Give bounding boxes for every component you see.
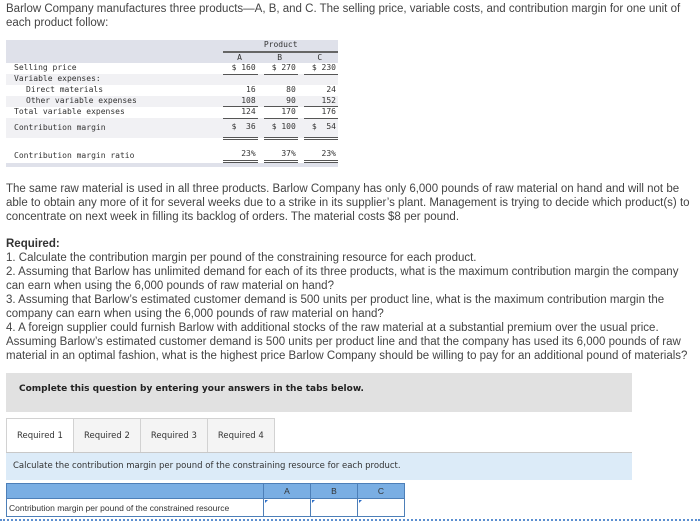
answer-input-a[interactable] [264, 499, 310, 516]
row-label: Contribution margin ratio [14, 150, 135, 160]
table-row: Variable expenses: [6, 74, 338, 85]
table-row: Direct materials 16 80 24 [6, 85, 338, 96]
product-column-header-row: A B C [6, 51, 338, 63]
required-heading: Required: [6, 238, 60, 250]
cell-value: $ 54 [303, 118, 338, 140]
table-row: Other variable expenses 108 90 152 [6, 95, 338, 107]
tab-required-1[interactable]: Required 1 [6, 418, 74, 454]
cell-value: 37% [263, 138, 298, 163]
cell-value: 108 [223, 95, 258, 107]
table-row: Selling price $ 160 $ 270 $ 230 [6, 63, 338, 75]
answer-input-b[interactable] [311, 499, 357, 516]
answer-header-row: A B C [6, 483, 405, 499]
cell-value: $ 100 [263, 118, 298, 140]
tab-required-4[interactable]: Required 4 [207, 418, 275, 453]
cell-value: $ 230 [303, 63, 338, 75]
dotted-divider [0, 519, 700, 521]
product-data-table: Product A B C Selling price $ 160 $ 270 … [6, 40, 338, 163]
cell-value: 152 [303, 95, 338, 107]
raw-material-paragraph: The same raw material is used in all thr… [6, 183, 690, 223]
intro-text: Barlow Company manufactures three produc… [6, 3, 681, 29]
row-label: Contribution margin [6, 118, 224, 138]
cell-value: 90 [263, 95, 298, 107]
row-label: Selling price [14, 63, 77, 73]
product-group-header: Product [223, 40, 338, 53]
answer-row: Contribution margin per pound of the con… [6, 498, 405, 517]
column-header-a: A [223, 51, 258, 63]
answer-input-c[interactable] [358, 499, 404, 516]
table-row: Total variable expenses 124 170 176 [6, 106, 338, 119]
required-item-2: 2. Assuming that Barlow has unlimited de… [6, 266, 679, 292]
task-prompt-box: Calculate the contribution margin per po… [6, 453, 632, 480]
answer-row-label: Contribution margin per pound of the con… [6, 498, 264, 517]
cell-value: $ 160 [223, 63, 258, 75]
instructions-banner: Complete this question by entering your … [6, 373, 632, 412]
required-tabs: Required 1 Required 2 Required 3 Require… [6, 418, 275, 454]
tab-required-2[interactable]: Required 2 [73, 418, 141, 453]
answer-header-b: B [310, 483, 358, 499]
task-prompt: Calculate the contribution margin per po… [13, 461, 401, 471]
row-label: Other variable expenses [6, 95, 224, 107]
cell-value: 170 [263, 106, 298, 119]
table-row: Contribution margin ratio 23% 37% 23% [6, 138, 338, 163]
cell-value: $ 270 [263, 63, 298, 75]
answer-table: A B C Contribution margin per pound of t… [6, 483, 405, 517]
answer-header-blank [6, 483, 264, 499]
cell-value: 124 [223, 106, 258, 119]
required-item-1: 1. Calculate the contribution margin per… [6, 252, 477, 264]
answer-header-a: A [263, 483, 311, 499]
cell-value: $ 36 [223, 118, 258, 140]
required-item-3: 3. Assuming that Barlow’s estimated cust… [6, 294, 665, 320]
row-label: Variable expenses: [6, 74, 224, 85]
table-bottom-bar [6, 163, 338, 167]
cell-value: 23% [223, 138, 258, 163]
required-list: 1. Calculate the contribution margin per… [6, 251, 696, 363]
column-header-b: B [263, 51, 298, 63]
table-row: Contribution margin $ 36 $ 100 $ 54 [6, 118, 338, 140]
product-group-header-row: Product [6, 40, 338, 53]
row-label: Direct materials [26, 85, 104, 94]
row-label: Total variable expenses [14, 107, 125, 116]
cell-value: 80 [286, 85, 296, 94]
required-item-4: 4. A foreign supplier could furnish Barl… [6, 322, 688, 362]
column-header-c: C [303, 51, 338, 63]
instructions-text: Complete this question by entering your … [19, 384, 364, 394]
cell-value: 16 [246, 85, 256, 94]
tab-required-3[interactable]: Required 3 [140, 418, 208, 453]
cell-value: 24 [326, 85, 336, 94]
cell-value: 23% [303, 138, 338, 163]
answer-header-c: C [357, 483, 405, 499]
cell-value: 176 [303, 106, 338, 119]
